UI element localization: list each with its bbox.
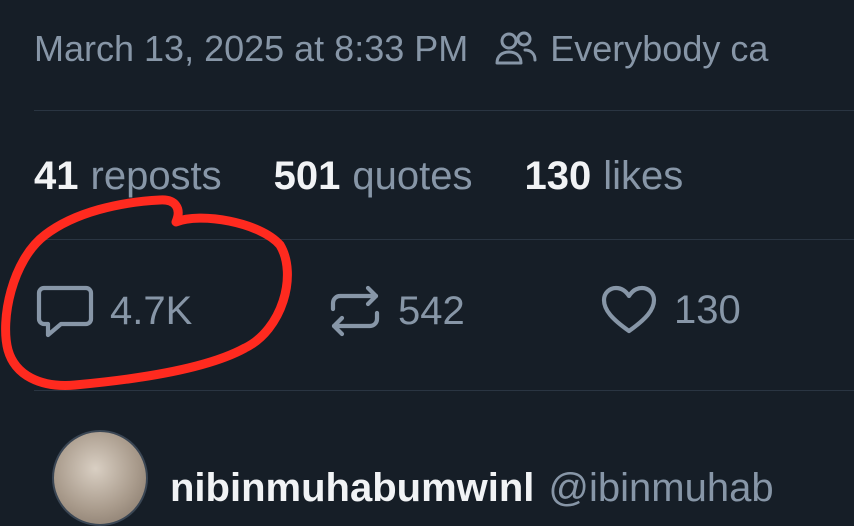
like-button[interactable]: 130 <box>600 284 741 336</box>
quotes-count: 501 <box>273 154 341 198</box>
quotes-label: quotes <box>352 154 473 198</box>
likes-stat[interactable]: 130 likes <box>525 154 684 199</box>
repost-button[interactable]: 542 <box>328 284 465 338</box>
reply-author-name[interactable]: nibinmuhabumwinl <box>170 466 534 511</box>
quotes-stat[interactable]: 501 quotes <box>274 154 473 199</box>
post-actions: 4.7K 542 130 <box>0 284 854 340</box>
post-meta-row: March 13, 2025 at 8:33 PM Everybody ca <box>34 28 768 70</box>
divider <box>34 110 854 111</box>
repost-icon <box>328 284 382 338</box>
engagement-stats: 41 reposts 501 quotes 130 likes <box>34 154 735 199</box>
divider <box>34 239 854 240</box>
reposts-count: 41 <box>34 154 79 198</box>
audience-text[interactable]: Everybody ca <box>550 28 768 70</box>
likes-count: 130 <box>524 154 592 198</box>
heart-icon <box>600 284 658 336</box>
reposts-stat[interactable]: 41 reposts <box>34 154 222 199</box>
reposts-label: reposts <box>90 154 222 198</box>
likes-label: likes <box>603 154 684 198</box>
reply-button[interactable]: 4.7K <box>36 284 192 338</box>
divider <box>34 390 854 391</box>
people-icon <box>494 29 538 69</box>
reply-count: 4.7K <box>110 288 193 333</box>
avatar[interactable] <box>52 430 148 526</box>
reply-author-handle: @ibinmuhab <box>548 465 774 510</box>
post-timestamp[interactable]: March 13, 2025 at 8:33 PM <box>34 28 468 70</box>
repost-count: 542 <box>398 288 465 333</box>
reply-preview[interactable]: nibinmuhabumwinl @ibinmuhab <box>52 430 774 526</box>
comment-icon <box>36 284 94 338</box>
like-count: 130 <box>674 287 741 332</box>
